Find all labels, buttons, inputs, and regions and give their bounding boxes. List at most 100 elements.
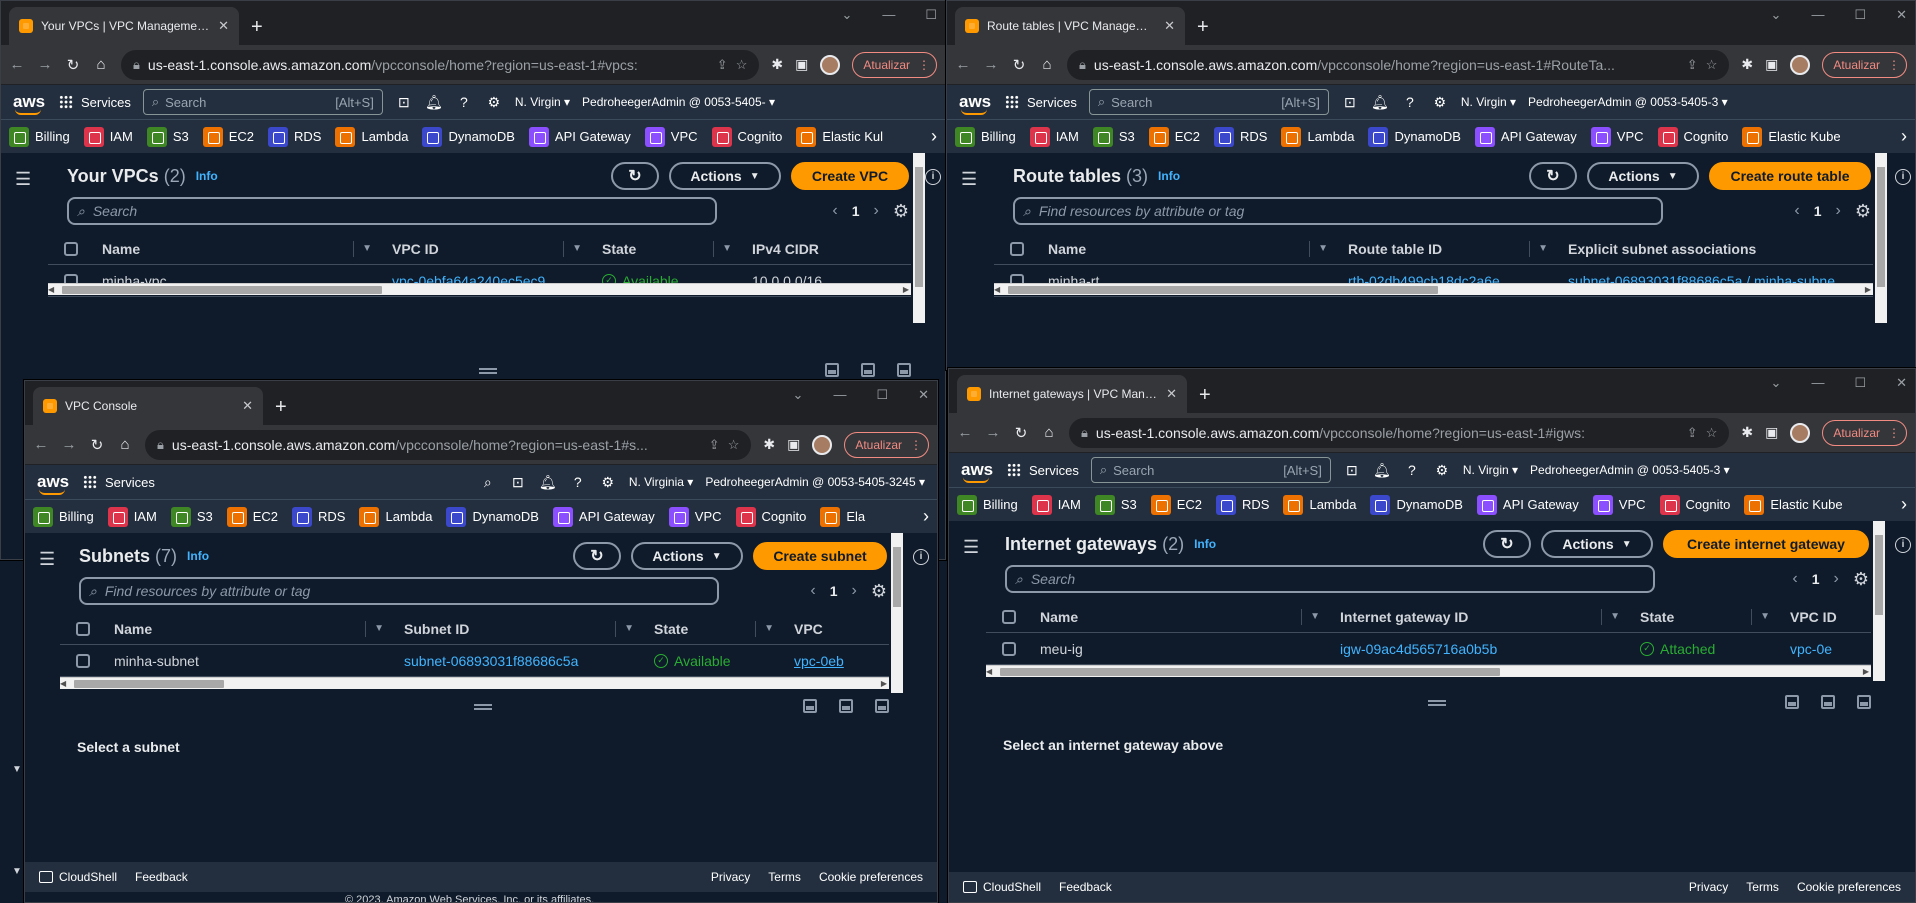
table-row[interactable]: meu-ig igw-09ac4d565716a0b5b ✓ Attached v… — [986, 633, 1871, 665]
next-page-icon[interactable]: › — [852, 582, 857, 600]
page-number[interactable]: 1 — [1814, 203, 1822, 219]
chevron-down-icon[interactable]: ⌄ — [841, 7, 852, 23]
extensions-icon[interactable]: ✱ — [1741, 424, 1753, 441]
region-selector[interactable]: N. Virgin ▾ — [515, 95, 570, 109]
column-header-internet-gateway-id[interactable]: Internet gateway ID ▼ — [1330, 608, 1630, 625]
refresh-button[interactable]: ↻ — [1483, 530, 1531, 558]
favorite-item[interactable]: Cognito — [711, 126, 782, 147]
close-window-icon[interactable]: ✕ — [1896, 375, 1907, 391]
info-link[interactable]: Info — [196, 169, 218, 183]
forward-icon[interactable]: → — [985, 424, 1001, 441]
sort-icon[interactable]: ▼ — [563, 240, 582, 257]
column-header-vpc[interactable]: VPC — [784, 621, 854, 637]
account-menu[interactable]: PedroheegerAdmin @ 0053-5405-3 ▾ — [1528, 95, 1728, 109]
extensions-icon[interactable]: ✱ — [1741, 56, 1753, 73]
vertical-scrollbar[interactable] — [1875, 153, 1887, 323]
browser-tab-internet-gateways[interactable]: Internet gateways | VPC Manag ✕ — [957, 375, 1187, 413]
reload-icon[interactable]: ↻ — [1011, 56, 1027, 74]
lock-icon[interactable]: 🔒︎ — [1081, 425, 1088, 441]
favorite-item[interactable]: Cognito — [735, 506, 806, 527]
info-link[interactable]: Info — [187, 549, 209, 563]
browser-tab-vpc-console[interactable]: VPC Console ✕ — [33, 387, 263, 425]
favorites-scroll-right-icon[interactable]: › — [923, 506, 929, 527]
sidepanel-icon[interactable]: ▣ — [1765, 56, 1778, 73]
favorite-item[interactable]: S3 — [1092, 126, 1135, 147]
bookmark-star-icon[interactable]: ☆ — [736, 57, 748, 73]
url-input[interactable]: 🔒︎ us-east-1.console.aws.amazon.com/vpcc… — [1069, 417, 1730, 448]
home-icon[interactable]: ⌂ — [1041, 424, 1057, 441]
settings-gear-icon[interactable]: ⚙ — [1433, 462, 1451, 479]
horizontal-scrollbar[interactable]: ◀ ▶ — [48, 283, 911, 295]
favorite-item[interactable]: API Gateway — [552, 506, 655, 527]
new-tab-icon[interactable]: + — [251, 17, 263, 37]
feedback-link[interactable]: Feedback — [135, 870, 188, 884]
profile-avatar[interactable] — [820, 54, 841, 75]
info-panel-icon[interactable]: i — [1895, 537, 1911, 553]
sort-icon[interactable]: ▼ — [755, 620, 774, 637]
cell-subnet-id-link[interactable]: subnet-06893031f88686c5a — [394, 653, 644, 669]
update-button[interactable]: Atualizar ⋮ — [852, 51, 937, 78]
sort-icon[interactable]: ▼ — [353, 240, 372, 257]
profile-avatar[interactable] — [812, 434, 833, 455]
favorite-item[interactable]: Lambda — [1283, 494, 1356, 515]
cell-vpc-link[interactable]: vpc-0eb — [784, 653, 854, 669]
sort-icon[interactable]: ▼ — [1601, 608, 1620, 625]
sort-icon[interactable]: ▼ — [1751, 608, 1770, 625]
favorite-item[interactable]: API Gateway — [1474, 126, 1577, 147]
favorite-item[interactable]: RDS — [1214, 126, 1267, 147]
cloudshell-icon[interactable]: ⊡ — [395, 94, 413, 111]
refresh-button[interactable]: ↻ — [611, 162, 659, 190]
maximize-icon[interactable]: ☐ — [876, 387, 888, 403]
lock-icon[interactable]: 🔒︎ — [1079, 57, 1086, 73]
help-icon[interactable]: ? — [455, 94, 473, 110]
share-icon[interactable]: ⇪ — [1687, 425, 1698, 441]
close-tab-icon[interactable]: ✕ — [242, 398, 253, 414]
vertical-scrollbar[interactable] — [913, 153, 925, 323]
privacy-link[interactable]: Privacy — [1689, 880, 1728, 894]
preferences-gear-icon[interactable]: ⚙ — [1853, 569, 1869, 590]
aws-logo[interactable]: aws — [13, 92, 47, 115]
settings-gear-icon[interactable]: ⚙ — [1431, 94, 1449, 111]
refresh-button[interactable]: ↻ — [573, 542, 621, 570]
profile-avatar[interactable] — [1790, 422, 1811, 443]
region-selector[interactable]: N. Virginia ▾ — [629, 475, 694, 489]
split-side-icon[interactable] — [1821, 695, 1835, 709]
hamburger-menu-icon[interactable]: ☰ — [39, 549, 55, 570]
drag-handle-icon[interactable] — [474, 704, 492, 710]
vertical-scrollbar[interactable] — [891, 533, 903, 693]
search-input[interactable]: ⌕ Search — [1005, 565, 1655, 593]
favorite-item[interactable]: DynamoDB — [422, 126, 515, 147]
next-page-icon[interactable]: › — [1836, 202, 1841, 220]
help-icon[interactable]: ? — [1403, 462, 1421, 478]
info-panel-icon[interactable]: i — [913, 549, 929, 565]
forward-icon[interactable]: → — [983, 56, 999, 73]
column-header-ipv4-cidr[interactable]: IPv4 CIDR — [742, 241, 872, 257]
favorite-item[interactable]: Elastic Kube — [1742, 126, 1841, 147]
favorite-item[interactable]: VPC — [1590, 126, 1644, 147]
page-number[interactable]: 1 — [852, 203, 860, 219]
split-hide-icon[interactable] — [875, 699, 889, 713]
notifications-bell-icon[interactable]: 🔔︎ — [1373, 462, 1391, 479]
favorites-scroll-right-icon[interactable]: › — [1901, 494, 1907, 515]
chevron-down-icon[interactable]: ⌄ — [793, 387, 804, 403]
profile-avatar[interactable] — [1790, 54, 1811, 75]
sidepanel-icon[interactable]: ▣ — [795, 56, 808, 73]
services-menu[interactable]: Services — [1007, 463, 1079, 478]
cloudshell-link[interactable]: CloudShell — [39, 870, 117, 884]
table-row[interactable]: minha-subnet subnet-06893031f88686c5a ✓ A… — [60, 645, 889, 677]
favorite-item[interactable]: EC2 — [1148, 126, 1200, 147]
minimize-icon[interactable]: — — [833, 387, 846, 403]
new-tab-icon[interactable]: + — [1197, 17, 1209, 37]
page-number[interactable]: 1 — [830, 583, 838, 599]
sidepanel-icon[interactable]: ▣ — [787, 436, 800, 453]
search-input[interactable]: ⌕ Find resources by attribute or tag — [79, 577, 719, 605]
column-header-route-table-id[interactable]: Route table ID ▼ — [1338, 240, 1558, 257]
actions-button[interactable]: Actions ▼ — [631, 542, 743, 570]
split-bottom-icon[interactable] — [803, 699, 817, 713]
reload-icon[interactable]: ↻ — [1013, 424, 1029, 442]
actions-button[interactable]: Actions ▼ — [1541, 530, 1653, 558]
cloudshell-icon[interactable]: ⊡ — [1341, 94, 1359, 111]
close-window-icon[interactable]: ✕ — [918, 387, 929, 403]
back-icon[interactable]: ← — [955, 56, 971, 73]
favorite-item[interactable]: S3 — [170, 506, 213, 527]
